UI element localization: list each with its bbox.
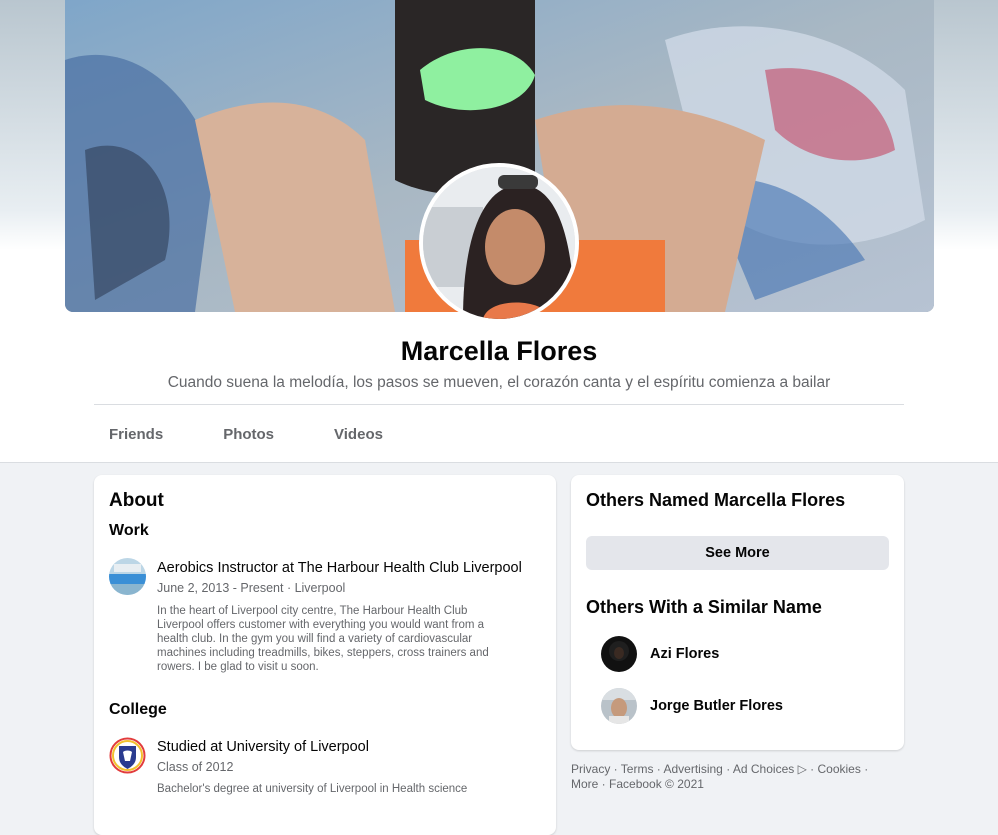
person-avatar	[601, 688, 637, 724]
about-card: About Work Aerobics Instructor at The Ha…	[94, 475, 556, 835]
work-dates: June 2, 2013 - Present · Liverpool	[157, 581, 346, 595]
university-crest-icon[interactable]	[109, 737, 146, 774]
college-class: Class of 2012	[157, 760, 234, 774]
workplace-icon[interactable]	[109, 558, 146, 595]
footer-advertising-link[interactable]: Advertising	[663, 762, 722, 776]
ad-choices-icon: ▷	[797, 762, 807, 776]
similar-names-card: Others Named Marcella Flores See More Ot…	[571, 475, 904, 750]
profile-header: Marcella Flores Cuando suena la melodía,…	[0, 0, 998, 463]
page-footer: Privacy · Terms · Advertising · Ad Choic…	[571, 762, 869, 791]
college-heading: College	[109, 701, 167, 718]
tab-friends[interactable]: Friends	[94, 424, 178, 445]
tab-photos[interactable]: Photos	[208, 424, 289, 445]
college-degree: Bachelor's degree at university of Liver…	[157, 783, 468, 795]
footer-copyright: Facebook © 2021	[609, 777, 704, 791]
avatar-image	[423, 167, 575, 319]
person-name: Jorge Butler Flores	[650, 698, 783, 714]
footer-terms-link[interactable]: Terms	[621, 762, 654, 776]
profile-avatar[interactable]	[419, 163, 579, 323]
profile-bio: Cuando suena la melodía, los pasos se mu…	[167, 374, 831, 391]
college-title[interactable]: Studied at University of Liverpool	[157, 739, 369, 755]
about-title: About	[109, 490, 164, 511]
similar-person-item[interactable]: Jorge Butler Flores	[601, 688, 783, 724]
person-avatar	[601, 636, 637, 672]
footer-ad-choices-label: Ad Choices	[732, 762, 795, 776]
footer-more-link[interactable]: More	[571, 777, 598, 791]
similar-person-item[interactable]: Azi Flores	[601, 636, 719, 672]
see-more-button[interactable]: See More	[586, 536, 889, 570]
footer-privacy-link[interactable]: Privacy	[571, 762, 610, 776]
tab-videos[interactable]: Videos	[319, 424, 398, 445]
footer-ad-choices-link[interactable]: Ad Choices ▷	[733, 762, 807, 776]
work-heading: Work	[109, 522, 149, 539]
footer-cookies-link[interactable]: Cookies	[818, 762, 861, 776]
similar-name-title: Others With a Similar Name	[586, 597, 822, 617]
person-name: Azi Flores	[650, 646, 720, 662]
profile-tabs: Friends Photos Videos	[94, 424, 428, 445]
others-named-title: Others Named Marcella Flores	[586, 490, 846, 510]
profile-name: Marcella Flores	[400, 336, 598, 366]
work-description: In the heart of Liverpool city centre, T…	[157, 605, 489, 673]
header-divider	[94, 404, 904, 405]
work-title[interactable]: Aerobics Instructor at The Harbour Healt…	[157, 560, 522, 576]
